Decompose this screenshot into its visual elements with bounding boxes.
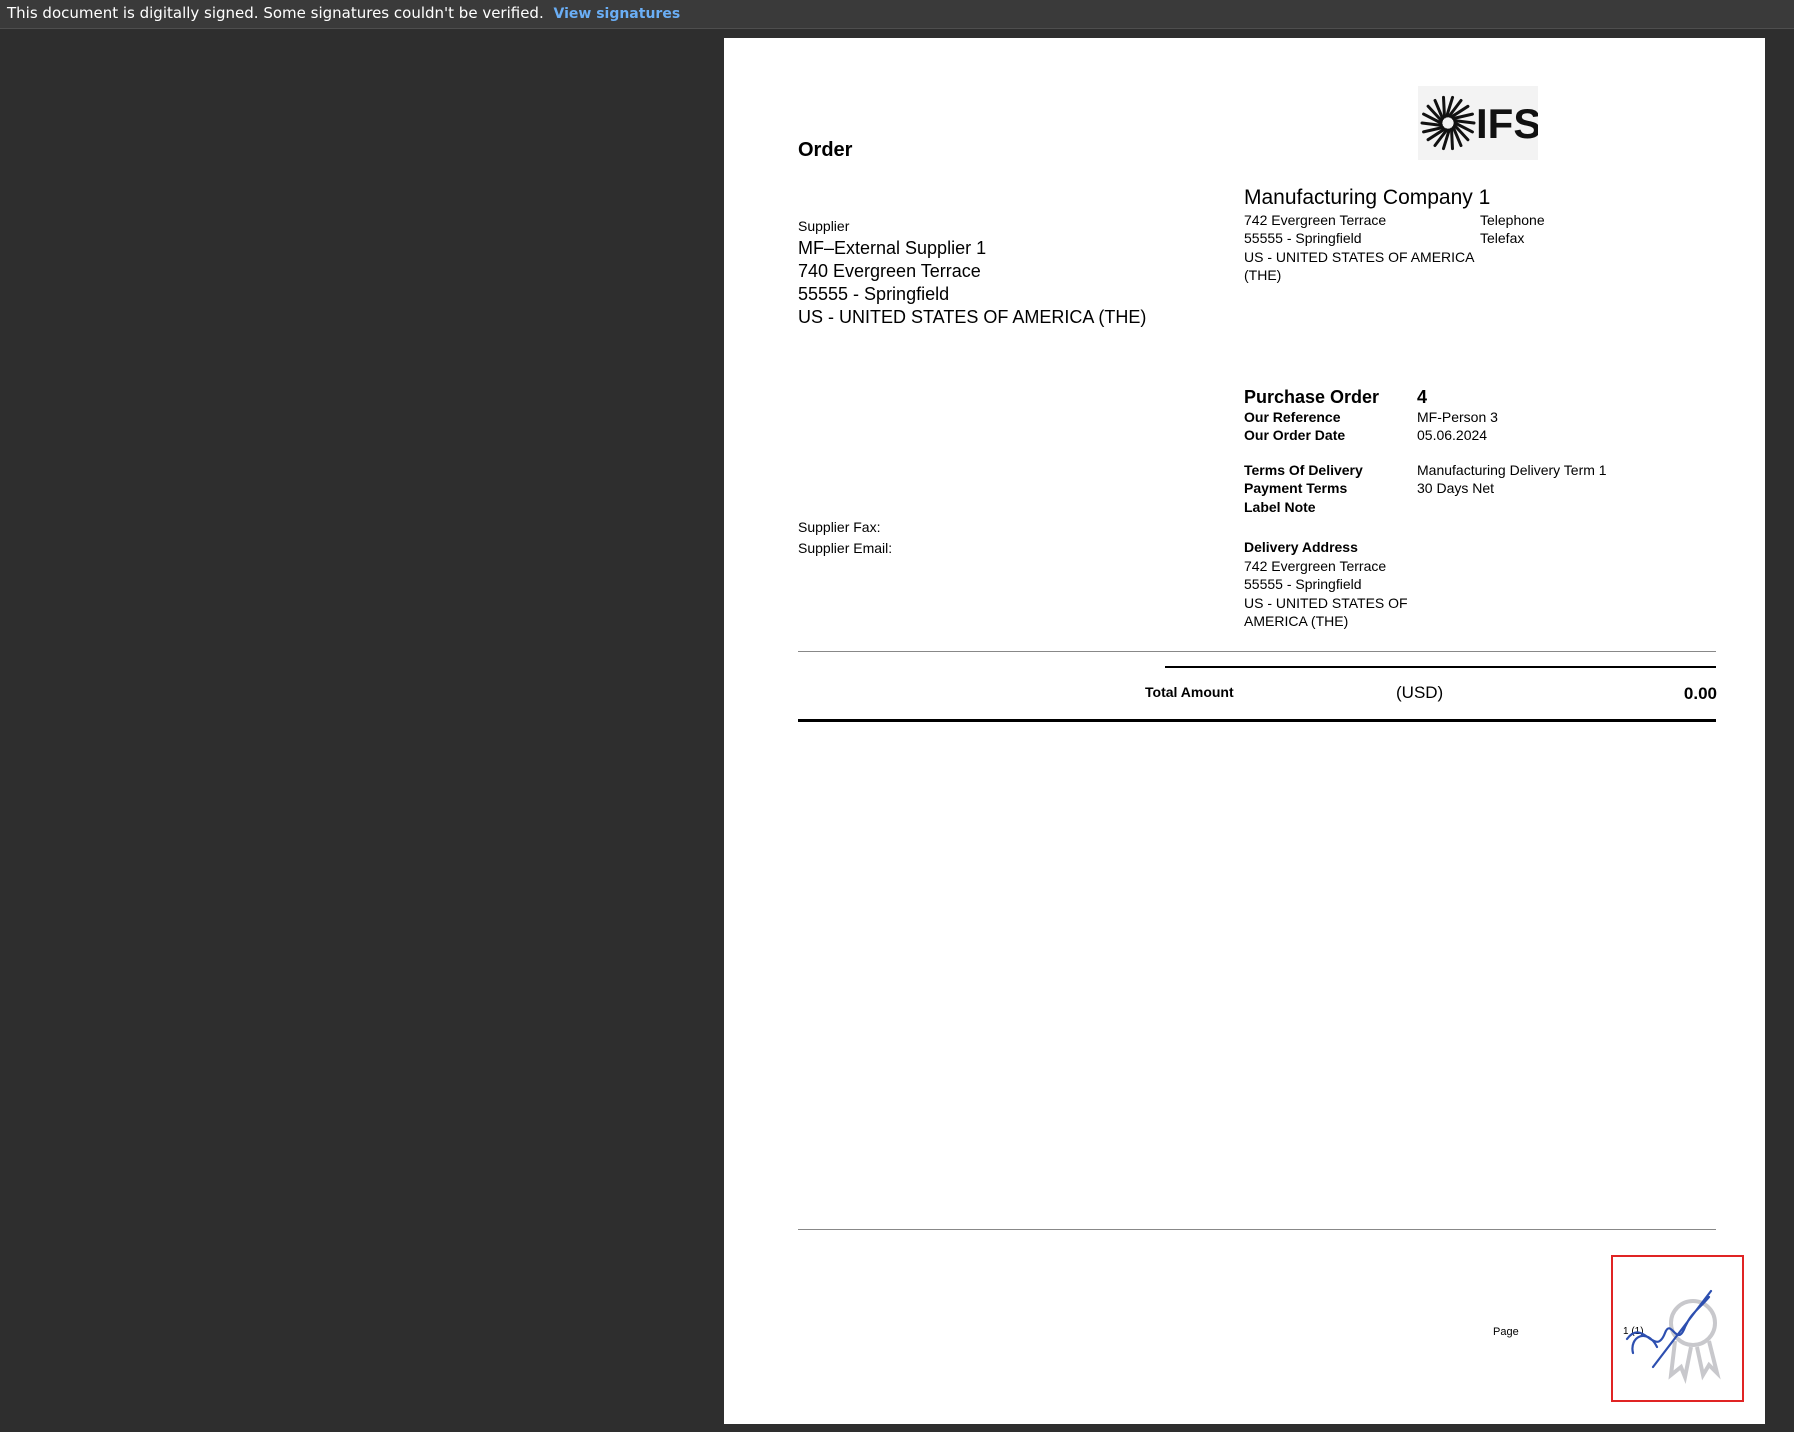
document-page: IFS Order Manufacturing Company 1 742 Ev…: [724, 38, 1765, 1424]
purchase-order-number: 4: [1417, 387, 1428, 407]
divider: [1165, 666, 1716, 668]
company-logo: IFS: [1418, 86, 1538, 160]
company-address-line: US - UNITED STATES OF AMERICA: [1244, 248, 1475, 265]
purchase-order-title: Purchase Order: [1244, 387, 1380, 407]
telephone-label: Telephone: [1480, 212, 1545, 228]
supplier-line: 740 Evergreen Terrace: [798, 261, 981, 281]
delivery-address: 742 Evergreen Terrace 55555 - Springfiel…: [1244, 557, 1408, 630]
divider: [798, 651, 1716, 652]
delivery-line: US - UNITED STATES OF: [1244, 594, 1408, 611]
order-values: MF-Person 3 05.06.2024: [1417, 408, 1498, 445]
order-labels: Our Reference Our Order Date: [1244, 408, 1345, 445]
our-reference-label: Our Reference: [1244, 409, 1341, 425]
delivery-line: 55555 - Springfield: [1244, 576, 1362, 593]
signature-notification-bar: This document is digitally signed. Some …: [0, 0, 1794, 29]
label-note-label: Label Note: [1244, 498, 1316, 515]
company-name: Manufacturing Company 1: [1244, 186, 1491, 209]
order-date-label: Our Order Date: [1244, 427, 1346, 444]
logo-text: IFS: [1476, 100, 1538, 147]
signature-message: This document is digitally signed. Some …: [7, 4, 544, 22]
company-address-line: 742 Evergreen Terrace: [1244, 212, 1387, 228]
signature-seal-icon: [1625, 1289, 1721, 1384]
company-address-line: (THE): [1244, 266, 1282, 283]
order-date-value: 05.06.2024: [1417, 427, 1488, 444]
company-address: 742 Evergreen Terrace 55555 - Springfiel…: [1244, 211, 1475, 284]
logo-ray: [1450, 127, 1454, 151]
delivery-line: AMERICA (THE): [1244, 612, 1349, 629]
terms-labels: Terms Of Delivery Payment Terms Label No…: [1244, 461, 1363, 516]
supplier-line: MF–External Supplier 1: [798, 238, 987, 258]
divider: [798, 719, 1716, 722]
telefax-label: Telefax: [1480, 230, 1525, 247]
supplier-email-label: Supplier Email:: [798, 540, 893, 556]
divider: [798, 1229, 1716, 1230]
terms-of-delivery-value: Manufacturing Delivery Term 1: [1417, 462, 1607, 478]
page-label: Page: [1493, 1326, 1519, 1338]
delivery-address-title: Delivery Address: [1244, 539, 1358, 555]
total-currency: (USD): [1396, 683, 1444, 702]
payment-terms-value: 30 Days Net: [1417, 480, 1495, 497]
delivery-line: 742 Evergreen Terrace: [1244, 558, 1387, 574]
logo-ray: [1442, 95, 1446, 119]
company-address-line: 55555 - Springfield: [1244, 230, 1362, 247]
signature-field[interactable]: [1611, 1255, 1744, 1402]
supplier-fax-label: Supplier Fax:: [798, 519, 881, 535]
our-reference-value: MF-Person 3: [1417, 409, 1498, 425]
total-amount-label: Total Amount: [1145, 684, 1234, 700]
supplier-line: US - UNITED STATES OF AMERICA (THE): [798, 307, 1147, 327]
supplier-contact: Supplier Fax: Supplier Email:: [798, 517, 892, 559]
terms-values: Manufacturing Delivery Term 1 30 Days Ne…: [1417, 461, 1607, 498]
view-signatures-link[interactable]: View signatures: [554, 6, 681, 22]
company-contact: Telephone Telefax: [1480, 211, 1545, 248]
supplier-line: 55555 - Springfield: [798, 284, 950, 304]
supplier-address: MF–External Supplier 1 740 Evergreen Ter…: [798, 237, 1146, 329]
terms-of-delivery-label: Terms Of Delivery: [1244, 462, 1363, 478]
total-amount-value: 0.00: [1683, 684, 1717, 703]
document-title: Order: [798, 139, 853, 161]
supplier-label: Supplier: [798, 218, 850, 234]
payment-terms-label: Payment Terms: [1244, 480, 1348, 497]
